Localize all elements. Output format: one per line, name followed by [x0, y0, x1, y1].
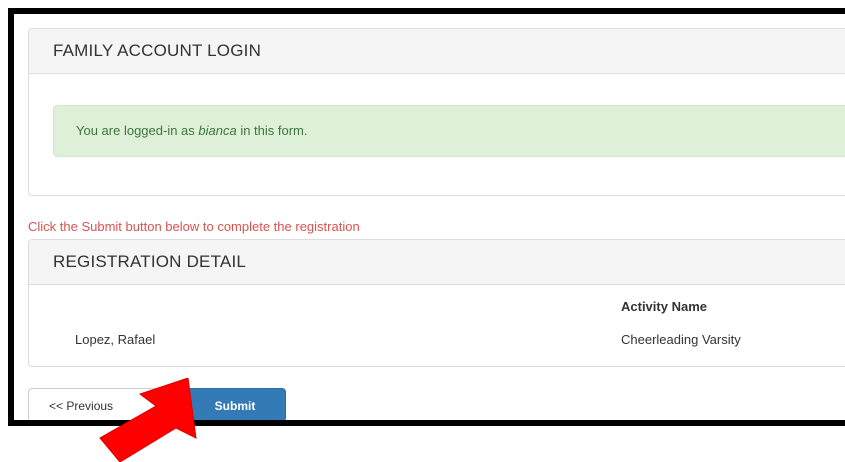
alert-prefix: You are logged-in as — [76, 123, 199, 138]
registration-panel-title: REGISTRATION DETAIL — [29, 240, 845, 285]
logged-in-username: bianca — [198, 123, 237, 138]
alert-suffix: in this form. — [236, 123, 308, 138]
registration-detail-panel: REGISTRATION DETAIL Activity Name Lopez,… — [28, 239, 845, 367]
submit-instruction-text: Click the Submit button below to complet… — [28, 219, 360, 234]
activity-name-column-header: Activity Name — [621, 299, 707, 314]
family-account-login-panel: FAMILY ACCOUNT LOGIN You are logged-in a… — [28, 28, 845, 196]
activity-name-value: Cheerleading Varsity — [621, 332, 741, 347]
previous-button[interactable]: << Previous — [28, 388, 178, 420]
submit-button[interactable]: Submit — [184, 388, 286, 420]
participant-name: Lopez, Rafael — [75, 332, 156, 347]
logged-in-alert: You are logged-in as bianca in this form… — [53, 105, 845, 157]
screenshot-frame: FAMILY ACCOUNT LOGIN You are logged-in a… — [8, 8, 845, 426]
login-panel-title: FAMILY ACCOUNT LOGIN — [29, 29, 845, 74]
